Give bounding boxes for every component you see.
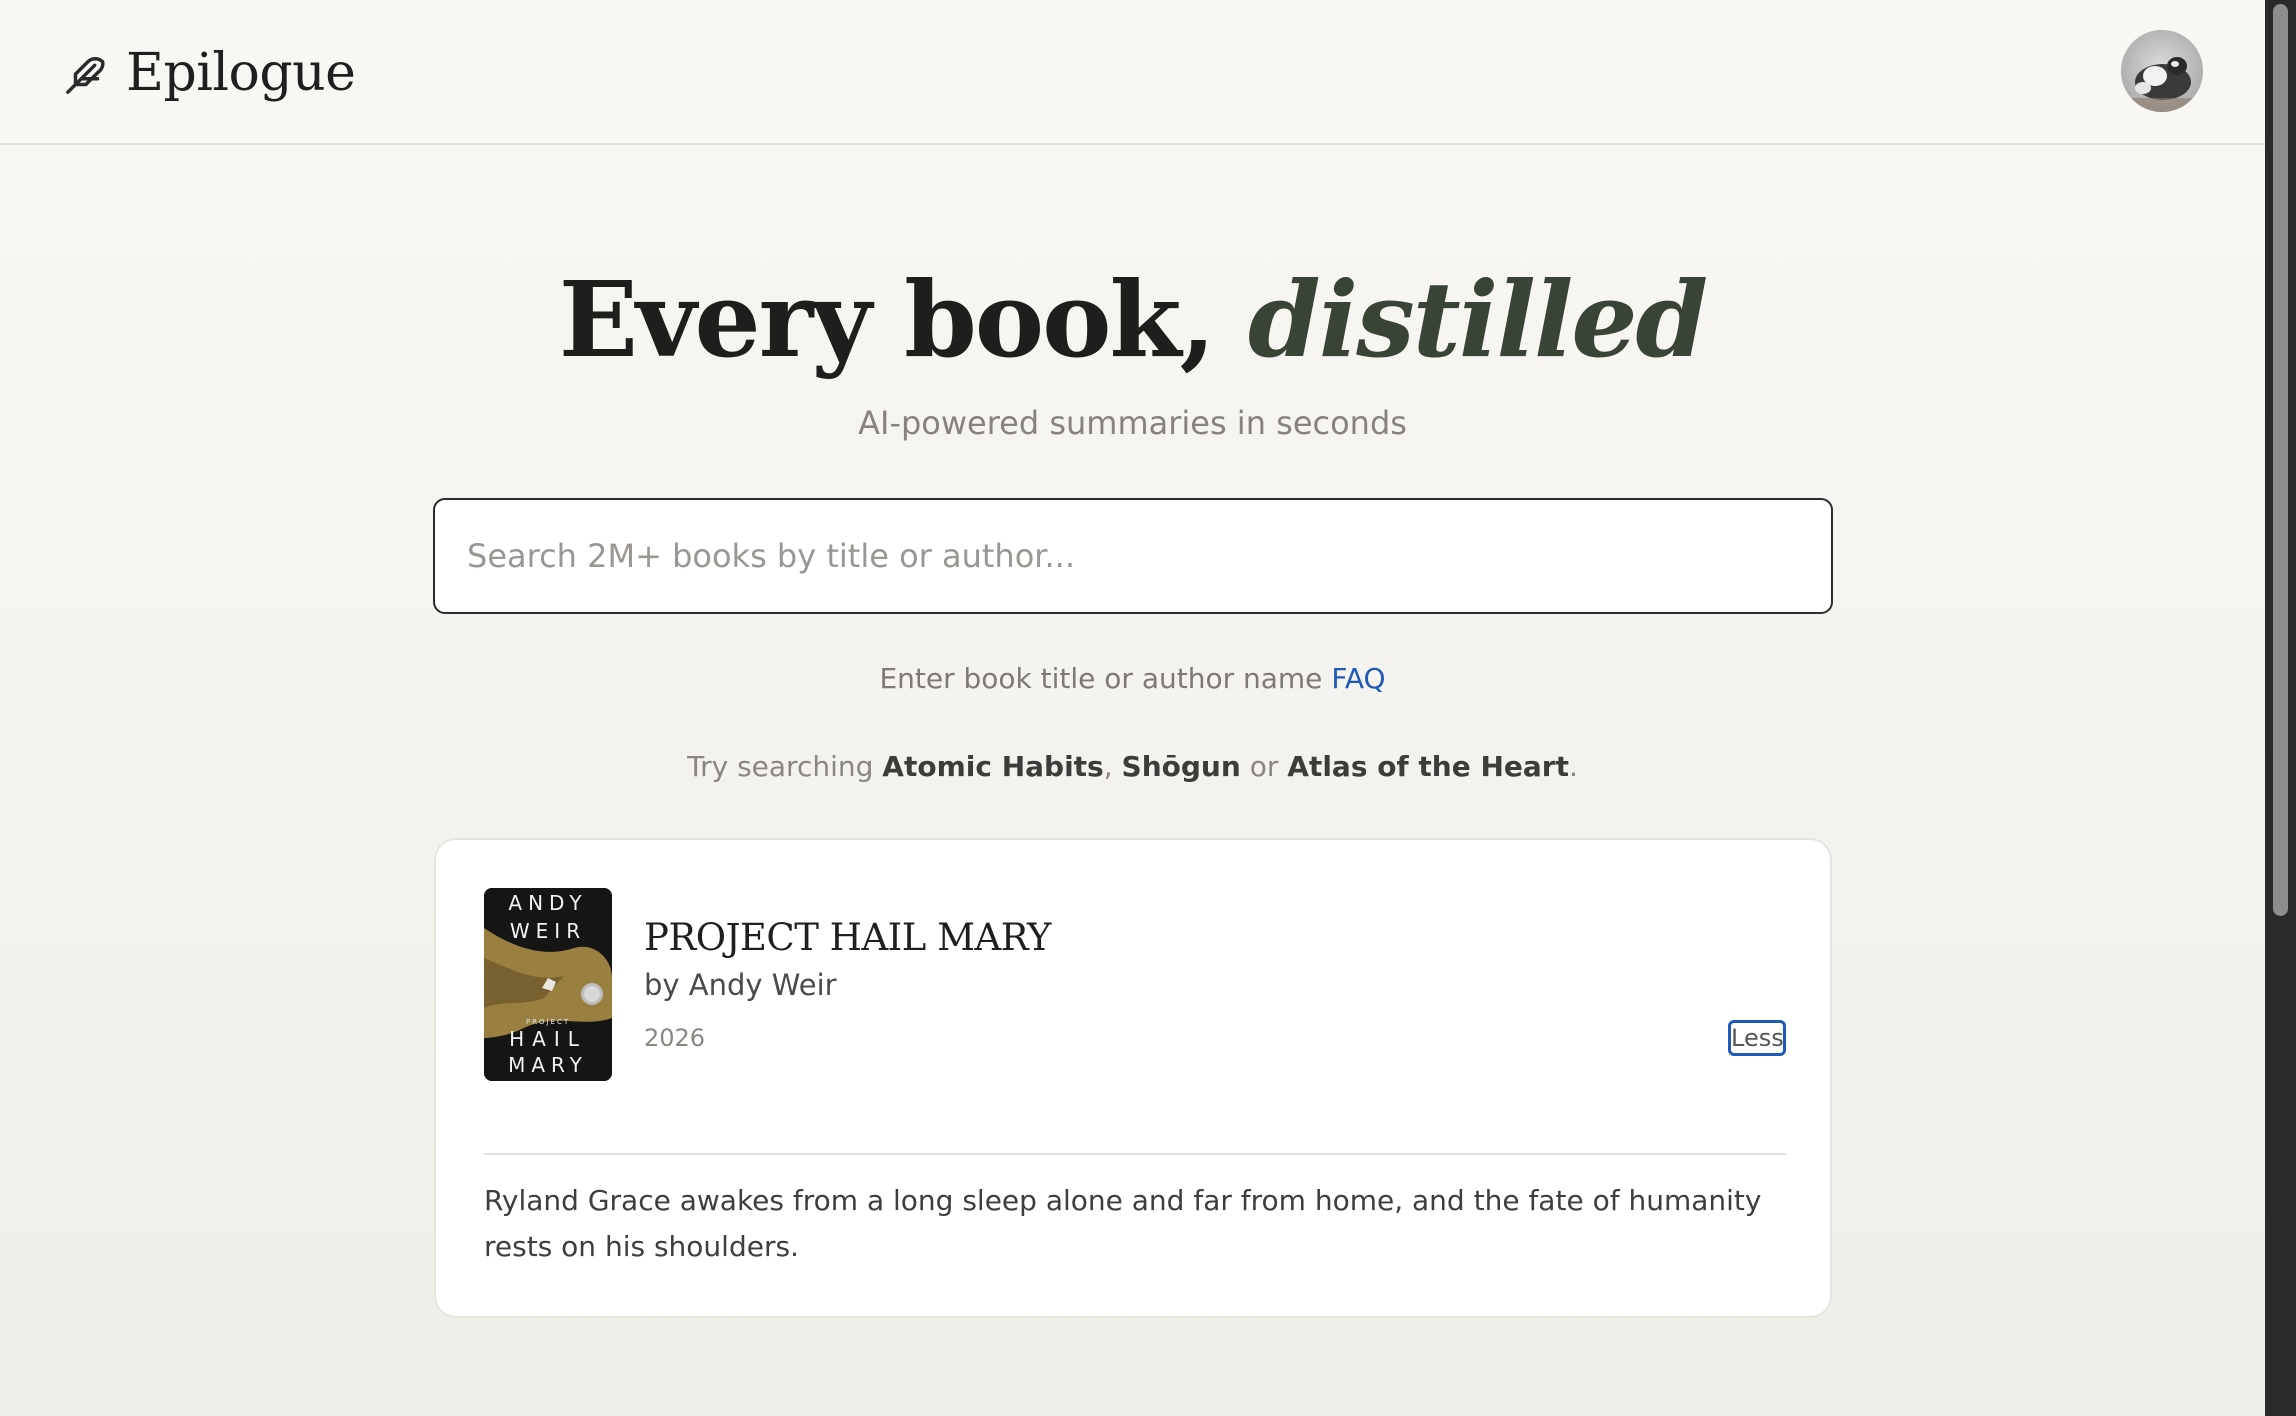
search-input[interactable] xyxy=(435,500,1831,612)
scrollbar[interactable] xyxy=(2265,0,2296,1416)
cover-line1: ANDY xyxy=(508,891,587,915)
search-hint: Enter book title or author name FAQ xyxy=(0,662,2265,695)
book-title[interactable]: PROJECT HAIL MARY xyxy=(644,916,1051,959)
cover-line2: WEIR xyxy=(510,919,586,943)
scrollbar-thumb[interactable] xyxy=(2273,4,2288,916)
book-cover[interactable]: ANDY WEIR PROJECT HAIL MARY xyxy=(484,888,612,1081)
cover-tag: PROJECT xyxy=(526,1018,570,1026)
search-box xyxy=(433,498,1833,614)
page: Epilogue Every book, distilled AI-powere… xyxy=(0,0,2296,1416)
suggestions-conjunction: or xyxy=(1249,750,1279,783)
hero-subtitle: AI-powered summaries in seconds xyxy=(858,404,1407,442)
feather-icon xyxy=(64,50,110,96)
suggestion-shogun[interactable]: Shōgun xyxy=(1122,750,1241,783)
suggestion-atlas-of-the-heart[interactable]: Atlas of the Heart xyxy=(1287,750,1569,783)
logo-text: Epilogue xyxy=(126,43,356,103)
faq-link[interactable]: FAQ xyxy=(1331,662,1385,695)
user-avatar[interactable] xyxy=(2121,30,2203,112)
suggestions-end: . xyxy=(1568,750,1578,783)
suggestions-separator: , xyxy=(1103,750,1113,783)
logo[interactable]: Epilogue xyxy=(64,40,356,106)
card-divider xyxy=(484,1153,1786,1155)
search-hint-text: Enter book title or author name xyxy=(879,662,1323,695)
hero-title: Every book, distilled xyxy=(0,250,2265,390)
hero-title-main: Every book, xyxy=(558,258,1248,381)
top-header: Epilogue xyxy=(0,0,2265,145)
suggestions-prefix: Try searching xyxy=(687,750,874,783)
book-description: Ryland Grace awakes from a long sleep al… xyxy=(484,1184,1762,1263)
search-suggestions: Try searching Atomic Habits, Shōgun or A… xyxy=(0,750,2265,783)
cover-line3: HAIL xyxy=(509,1027,587,1051)
hero-title-emphasis: distilled xyxy=(1248,258,1708,381)
less-button[interactable]: Less xyxy=(1728,1020,1786,1056)
book-author: by Andy Weir xyxy=(644,968,837,1002)
cover-line4: MARY xyxy=(508,1053,588,1077)
suggestion-atomic-habits[interactable]: Atomic Habits xyxy=(882,750,1103,783)
book-year: 2026 xyxy=(644,1024,706,1052)
book-card: ANDY WEIR PROJECT HAIL MARY PROJECT HAIL… xyxy=(434,838,1832,1318)
